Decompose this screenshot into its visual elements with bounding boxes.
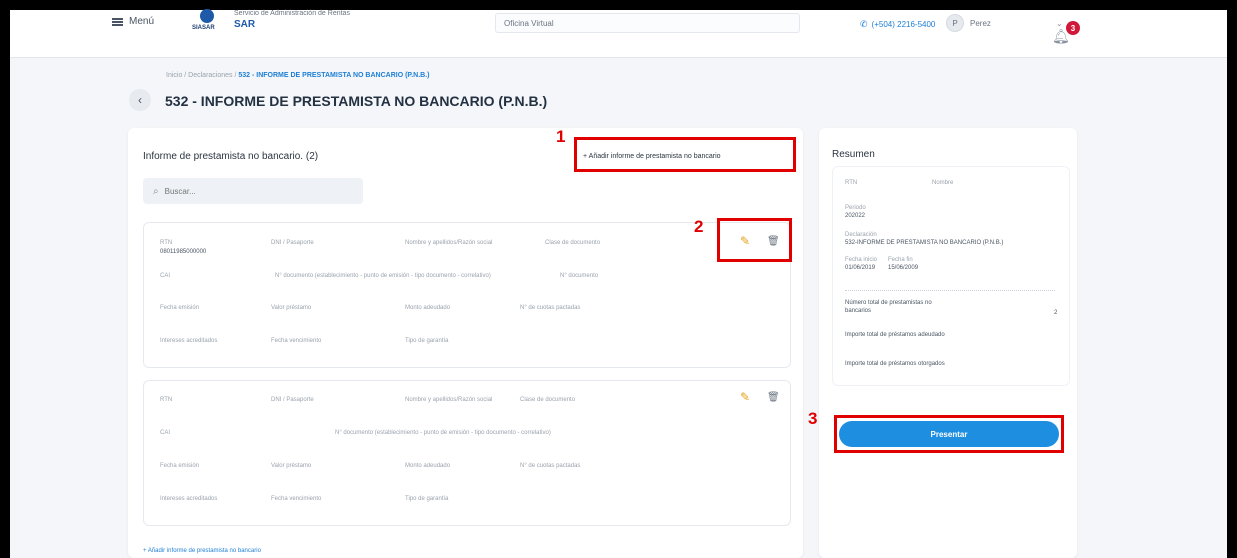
field-label: N° documento <box>560 273 599 279</box>
phone-number: (+504) 2216-5400 <box>871 20 936 29</box>
globe-icon <box>200 9 214 23</box>
field-label: N° de cuotas pactadas <box>520 305 581 311</box>
section-heading: Informe de prestamista no bancario. (2) <box>143 151 319 162</box>
pencil-icon[interactable]: ✎ <box>740 391 752 403</box>
avatar: P <box>946 14 964 32</box>
menu-label: Menú <box>129 16 155 27</box>
chevron-left-icon: ‹ <box>138 93 142 107</box>
phone-icon: ✆ <box>860 19 868 29</box>
field-label: Tipo de garantía <box>405 496 449 502</box>
field-label: RTN <box>160 240 173 246</box>
search-box: ⌕ <box>143 178 363 204</box>
field-label: Intereses acreditados <box>160 338 218 344</box>
field-label: N° de cuotas pactadas <box>520 463 581 469</box>
field-label: Monto adeudado <box>405 463 451 469</box>
trash-icon[interactable]: 🗑︎ <box>767 236 780 248</box>
breadcrumb-prefix[interactable]: Inicio / Declaraciones / <box>166 72 238 79</box>
divider <box>845 290 1055 291</box>
field-label: N° documento (establecimiento - punto de… <box>335 430 551 436</box>
trash-icon[interactable]: 🗑︎ <box>767 392 780 404</box>
user-menu[interactable]: P Perez ⌄ <box>946 14 1063 32</box>
summary-value: 202022 <box>845 213 866 219</box>
field-label: Fecha emisión <box>160 305 200 311</box>
summary-row-label: Importe total de préstamos otorgados <box>845 361 945 367</box>
chevron-down-icon: ⌄ <box>1056 18 1063 28</box>
page-title: 532 - INFORME DE PRESTAMISTA NO BANCARIO… <box>165 93 548 109</box>
summary-title: Resumen <box>832 149 875 160</box>
summary-label: Periodo <box>845 205 866 211</box>
breadcrumb: Inicio / Declaraciones / 532 - INFORME D… <box>166 72 429 79</box>
user-name: Perez <box>970 18 991 28</box>
logo-text: SIASAR <box>192 25 215 31</box>
summary-row-value: 2 <box>1054 310 1058 316</box>
summary-row-label: Número total de prestamistas no bancario… <box>845 300 932 314</box>
field-label: Fecha vencimiento <box>271 338 322 344</box>
field-label: DNI / Pasaporte <box>271 240 314 246</box>
field-label: Fecha vencimiento <box>271 496 322 502</box>
field-label: Intereses acreditados <box>160 496 218 502</box>
summary-label: Fecha fin <box>888 257 913 263</box>
summary-value: 532-INFORME DE PRESTAMISTA NO BANCARIO (… <box>845 240 1004 246</box>
menu-button[interactable]: Menú <box>112 16 154 27</box>
search-input[interactable] <box>164 186 345 196</box>
field-label: Valor préstamo <box>271 305 312 311</box>
field-label: Fecha emisión <box>160 463 200 469</box>
field-value: 08011985000000 <box>160 249 207 255</box>
search-icon: ⌕ <box>153 185 159 197</box>
summary-value: 15/06/2009 <box>888 265 919 271</box>
annotation-number-1: 1 <box>556 127 566 146</box>
field-label: Valor préstamo <box>271 463 312 469</box>
breadcrumb-current: 532 - INFORME DE PRESTAMISTA NO BANCARIO… <box>238 72 430 79</box>
summary-value: 01/06/2019 <box>845 265 876 271</box>
field-label: CAI <box>160 430 171 436</box>
field-label: DNI / Pasaporte <box>271 397 314 403</box>
field-label: N° documento (establecimiento - punto de… <box>275 273 491 279</box>
add-record-link[interactable]: + Añadir informe de prestamista no banca… <box>143 548 261 554</box>
org-name: Servicio de Administración de Rentas <box>234 10 350 17</box>
summary-row-label: Importe total de préstamos adeudado <box>845 332 945 338</box>
notification-badge: 3 <box>1066 21 1080 35</box>
field-label: Nombre y apellidos/Razón social <box>405 240 493 246</box>
portal-title: Oficina Virtual <box>495 13 800 33</box>
field-label: CAI <box>160 273 171 279</box>
summary-label: RTN <box>845 180 858 186</box>
back-button[interactable]: ‹ <box>129 89 151 111</box>
summary-panel <box>832 166 1070 386</box>
hamburger-icon <box>112 17 123 26</box>
field-label: Monto adeudado <box>405 305 451 311</box>
field-label: Tipo de garantía <box>405 338 449 344</box>
field-label: Clase de documento <box>520 397 576 403</box>
add-record-button[interactable]: + Añadir informe de prestamista no banca… <box>583 149 721 160</box>
sar-logo: SIASAR <box>192 9 226 37</box>
field-label: RTN <box>160 397 173 403</box>
phone-link[interactable]: ✆ (+504) 2216-5400 <box>860 19 935 30</box>
field-label: Nombre y apellidos/Razón social <box>405 397 493 403</box>
annotation-number-2: 2 <box>694 217 704 236</box>
summary-label: Declaración <box>845 232 877 238</box>
annotation-number-3: 3 <box>808 409 818 428</box>
field-label: Clase de documento <box>545 240 601 246</box>
summary-label: Fecha inicio <box>845 257 878 263</box>
pencil-icon[interactable]: ✎ <box>740 235 752 247</box>
org-abbreviation: SAR <box>234 19 256 30</box>
present-button[interactable]: Presentar <box>839 421 1059 447</box>
summary-value: Nombre <box>932 180 954 186</box>
